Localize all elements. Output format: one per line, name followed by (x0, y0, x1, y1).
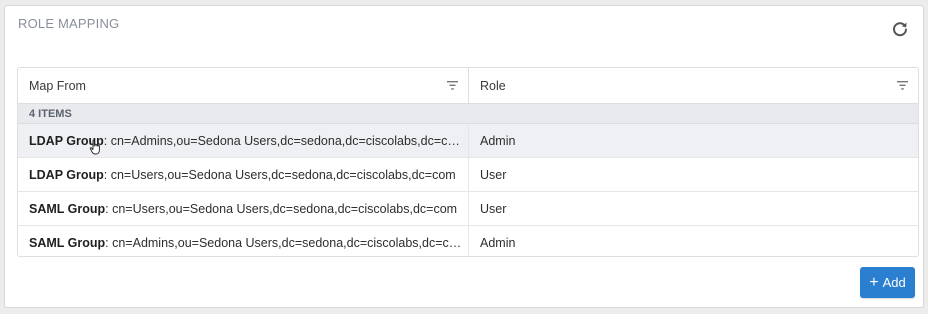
group-type: LDAP Group (29, 133, 104, 148)
column-header-label: Map From (29, 78, 86, 93)
group-dn: : cn=Users,ou=Sedona Users,dc=sedona,dc=… (103, 167, 456, 182)
map-from-text: LDAP Group: cn=Admins,ou=Sedona Users,dc… (29, 134, 462, 148)
group-type: SAML Group (29, 201, 106, 216)
table-header: Map From Role (18, 68, 918, 104)
column-header-map-from[interactable]: Map From (18, 68, 469, 103)
table-row[interactable]: SAML Group: cn=Admins,ou=Sedona Users,dc… (18, 226, 918, 256)
table-row[interactable]: SAML Group: cn=Users,ou=Sedona Users,dc=… (18, 192, 918, 226)
role-mapping-table: Map From Role 4 ITEMS LDAP Group: cn=Adm… (17, 67, 919, 257)
refresh-button[interactable] (889, 18, 911, 40)
refresh-icon (893, 22, 907, 37)
item-count: 4 ITEMS (18, 104, 918, 124)
group-dn: : cn=Admins,ou=Sedona Users,dc=sedona,dc… (105, 235, 462, 250)
group-type: SAML Group (29, 235, 106, 250)
role-cell: User (480, 201, 507, 216)
group-type: LDAP Group (29, 167, 104, 182)
role-mapping-panel: ROLE MAPPING Map From Role 4 ITEMS LDAP … (4, 5, 924, 308)
role-cell: Admin (480, 235, 516, 250)
column-header-label: Role (480, 78, 506, 93)
group-dn: : cn=Admins,ou=Sedona Users,dc=sedona,dc… (103, 133, 462, 148)
group-dn: : cn=Users,ou=Sedona Users,dc=sedona,dc=… (105, 201, 458, 216)
panel-title: ROLE MAPPING (18, 16, 120, 31)
table-row[interactable]: LDAP Group: cn=Users,ou=Sedona Users,dc=… (18, 158, 918, 192)
role-cell: User (480, 167, 507, 182)
map-from-text: SAML Group: cn=Admins,ou=Sedona Users,dc… (29, 236, 462, 250)
map-from-text: LDAP Group: cn=Users,ou=Sedona Users,dc=… (29, 168, 456, 182)
add-button[interactable]: + Add (860, 267, 915, 298)
map-from-cell: LDAP Group: cn=Admins,ou=Sedona Users,dc… (18, 124, 469, 157)
map-from-cell: LDAP Group: cn=Users,ou=Sedona Users,dc=… (18, 158, 469, 191)
plus-icon: + (869, 273, 879, 291)
add-button-label: Add (882, 275, 906, 290)
role-cell: Admin (480, 133, 516, 148)
map-from-text: SAML Group: cn=Users,ou=Sedona Users,dc=… (29, 202, 457, 216)
map-from-cell: SAML Group: cn=Admins,ou=Sedona Users,dc… (18, 226, 469, 256)
filter-icon[interactable] (897, 81, 908, 90)
filter-icon[interactable] (447, 81, 458, 90)
column-header-role[interactable]: Role (469, 68, 918, 103)
table-row[interactable]: LDAP Group: cn=Admins,ou=Sedona Users,dc… (18, 124, 918, 158)
map-from-cell: SAML Group: cn=Users,ou=Sedona Users,dc=… (18, 192, 469, 225)
